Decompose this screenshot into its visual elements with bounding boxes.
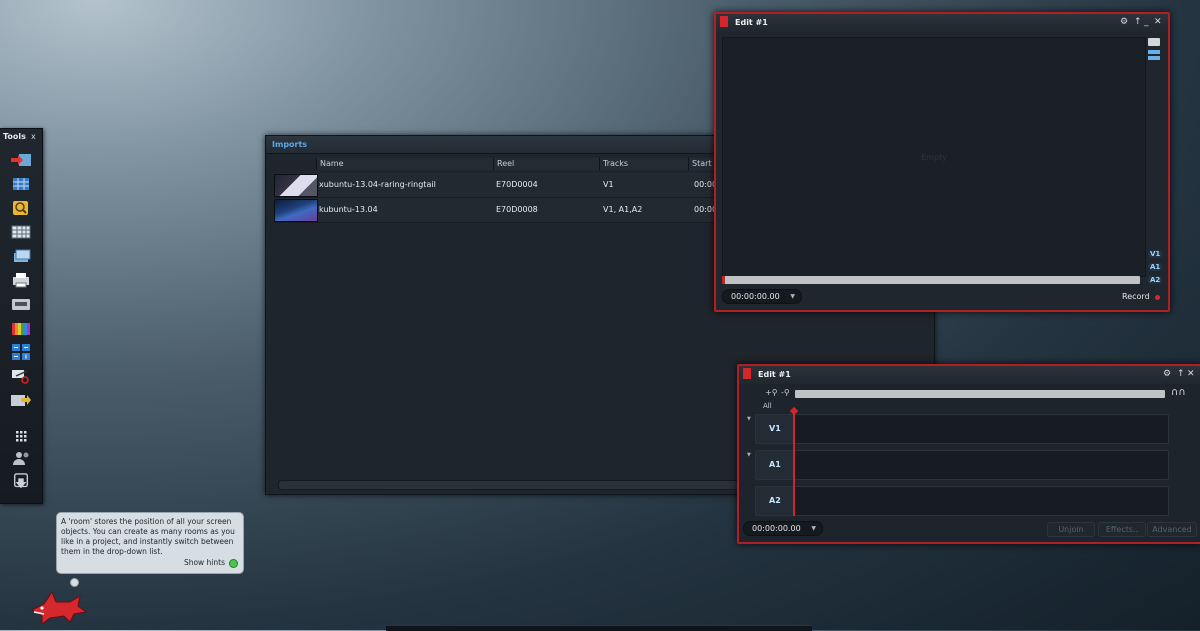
shark-mascot-icon[interactable] xyxy=(30,586,88,626)
chevron-down-icon[interactable]: ▼ xyxy=(790,290,795,303)
track-a1[interactable]: A1 xyxy=(755,450,1169,480)
timecode-value: 00:00:00.00 xyxy=(752,524,801,533)
import-arrow-icon[interactable] xyxy=(10,151,32,169)
timecode-field[interactable]: 00:00:00.00 ▼ xyxy=(743,521,823,536)
clip-thumbnail xyxy=(274,174,318,197)
close-icon[interactable]: ✕ xyxy=(1187,369,1195,379)
grid-table-icon[interactable] xyxy=(10,175,32,193)
magnifier-icon[interactable] xyxy=(10,199,32,217)
column-header-reel[interactable]: Reel xyxy=(493,158,599,170)
zoom-out-icon[interactable]: -⚲ xyxy=(781,388,790,397)
export-folder-icon[interactable] xyxy=(10,391,32,409)
track-label-a1[interactable]: A1 xyxy=(1148,263,1163,271)
clip-thumbnail xyxy=(274,199,318,222)
red-flag-icon xyxy=(720,16,728,27)
expand-arrow-icon[interactable]: ▼ xyxy=(747,416,751,422)
tools-title: Tools xyxy=(3,132,26,141)
playhead[interactable] xyxy=(793,410,795,516)
apps-grid-icon[interactable] xyxy=(10,427,32,445)
video-screen[interactable]: Empty xyxy=(722,37,1146,277)
folder-icon[interactable] xyxy=(1148,38,1160,46)
scissors-icon[interactable] xyxy=(10,367,32,385)
show-hints-label[interactable]: Show hints xyxy=(184,558,225,568)
track-name: A2 xyxy=(769,496,781,505)
track-a2[interactable]: A2 xyxy=(755,486,1169,516)
viewer-titlebar[interactable]: Edit #1 ⚙ ↑ _ ✕ xyxy=(716,14,1168,32)
all-tracks-toggle[interactable]: All xyxy=(763,402,772,410)
track-header[interactable]: V1 xyxy=(756,415,795,443)
settings-icon[interactable]: ⚙ xyxy=(1120,17,1128,27)
exit-icon[interactable] xyxy=(10,473,32,493)
column-header-tracks[interactable]: Tracks xyxy=(599,158,688,170)
tape-deck-icon[interactable] xyxy=(10,295,32,313)
track-v1[interactable]: V1 xyxy=(755,414,1169,444)
printer-icon[interactable] xyxy=(10,271,32,289)
column-header-name[interactable]: Name xyxy=(316,158,493,170)
color-bars-icon[interactable] xyxy=(10,319,32,337)
chevron-down-icon[interactable]: ▼ xyxy=(811,522,816,535)
timeline-window: Edit #1 ⚙ ↑ ✕ +⚲ -⚲ ∩∩ All ▼ ▼ V1 A1 A2 … xyxy=(737,364,1200,544)
unjoin-button[interactable]: Unjoin xyxy=(1047,522,1095,537)
track-header[interactable]: A2 xyxy=(756,487,795,515)
tools-panel: Tools x xyxy=(0,128,43,504)
clip-name: xubuntu-13.04-raring-ringtail xyxy=(319,180,436,189)
viewer-window: Edit #1 ⚙ ↑ _ ✕ Empty V1 A1 A2 00:00:00.… xyxy=(714,12,1170,312)
minimize-icon[interactable]: _ xyxy=(1144,17,1149,27)
clip-tracks: V1 xyxy=(603,180,614,189)
settings-icon[interactable]: ⚙ xyxy=(1163,369,1171,379)
spreadsheet-icon[interactable] xyxy=(10,223,32,241)
clip-reel: E70D0008 xyxy=(496,205,538,214)
scrub-bar[interactable] xyxy=(722,276,1140,284)
record-dot-icon[interactable] xyxy=(1155,295,1160,300)
users-icon[interactable] xyxy=(10,449,32,467)
track-header[interactable]: A1 xyxy=(756,451,795,479)
expand-arrow-icon[interactable]: ▼ xyxy=(747,452,751,458)
clip-reel: E70D0004 xyxy=(496,180,538,189)
timeline-title: Edit #1 xyxy=(758,370,791,379)
empty-label: Empty xyxy=(921,153,947,162)
clip-name: kubuntu-13.04 xyxy=(319,205,378,214)
advanced-button[interactable]: Advanced xyxy=(1147,522,1197,537)
record-label[interactable]: Record xyxy=(1122,292,1150,301)
clip-tracks: V1, A1,A2 xyxy=(603,205,643,214)
track-label-v1[interactable]: V1 xyxy=(1148,250,1163,258)
hint-bubble: A 'room' stores the position of all your… xyxy=(56,512,244,574)
loop-icon[interactable]: ∩∩ xyxy=(1171,387,1186,398)
tools-close-button[interactable]: x xyxy=(31,132,36,141)
pin-icon[interactable]: ↑ xyxy=(1134,17,1142,27)
stack-icon[interactable] xyxy=(10,247,32,265)
timecode-value: 00:00:00.00 xyxy=(731,292,780,301)
track-name: A1 xyxy=(769,460,781,469)
pin-icon[interactable]: ↑ xyxy=(1177,369,1185,379)
horizontal-scrollbar[interactable] xyxy=(278,480,800,490)
close-icon[interactable]: ✕ xyxy=(1154,17,1162,27)
list-icon[interactable] xyxy=(1148,50,1160,60)
timecode-field[interactable]: 00:00:00.00 ▼ xyxy=(722,289,802,304)
zoom-in-icon[interactable]: +⚲ xyxy=(765,388,778,397)
calculator-icon[interactable] xyxy=(10,343,32,361)
track-label-a2[interactable]: A2 xyxy=(1148,276,1163,284)
taskbar xyxy=(386,625,812,631)
show-hints-toggle[interactable] xyxy=(229,559,238,568)
red-flag-icon xyxy=(743,368,751,379)
imports-title: Imports xyxy=(272,140,308,149)
viewer-title: Edit #1 xyxy=(735,18,768,27)
timeline-scroll-bar[interactable] xyxy=(795,390,1165,398)
hint-text: A 'room' stores the position of all your… xyxy=(61,517,235,556)
effects-button[interactable]: Effects.. xyxy=(1098,522,1146,537)
timeline-titlebar[interactable]: Edit #1 ⚙ ↑ ✕ xyxy=(739,366,1200,384)
track-name: V1 xyxy=(769,424,781,433)
